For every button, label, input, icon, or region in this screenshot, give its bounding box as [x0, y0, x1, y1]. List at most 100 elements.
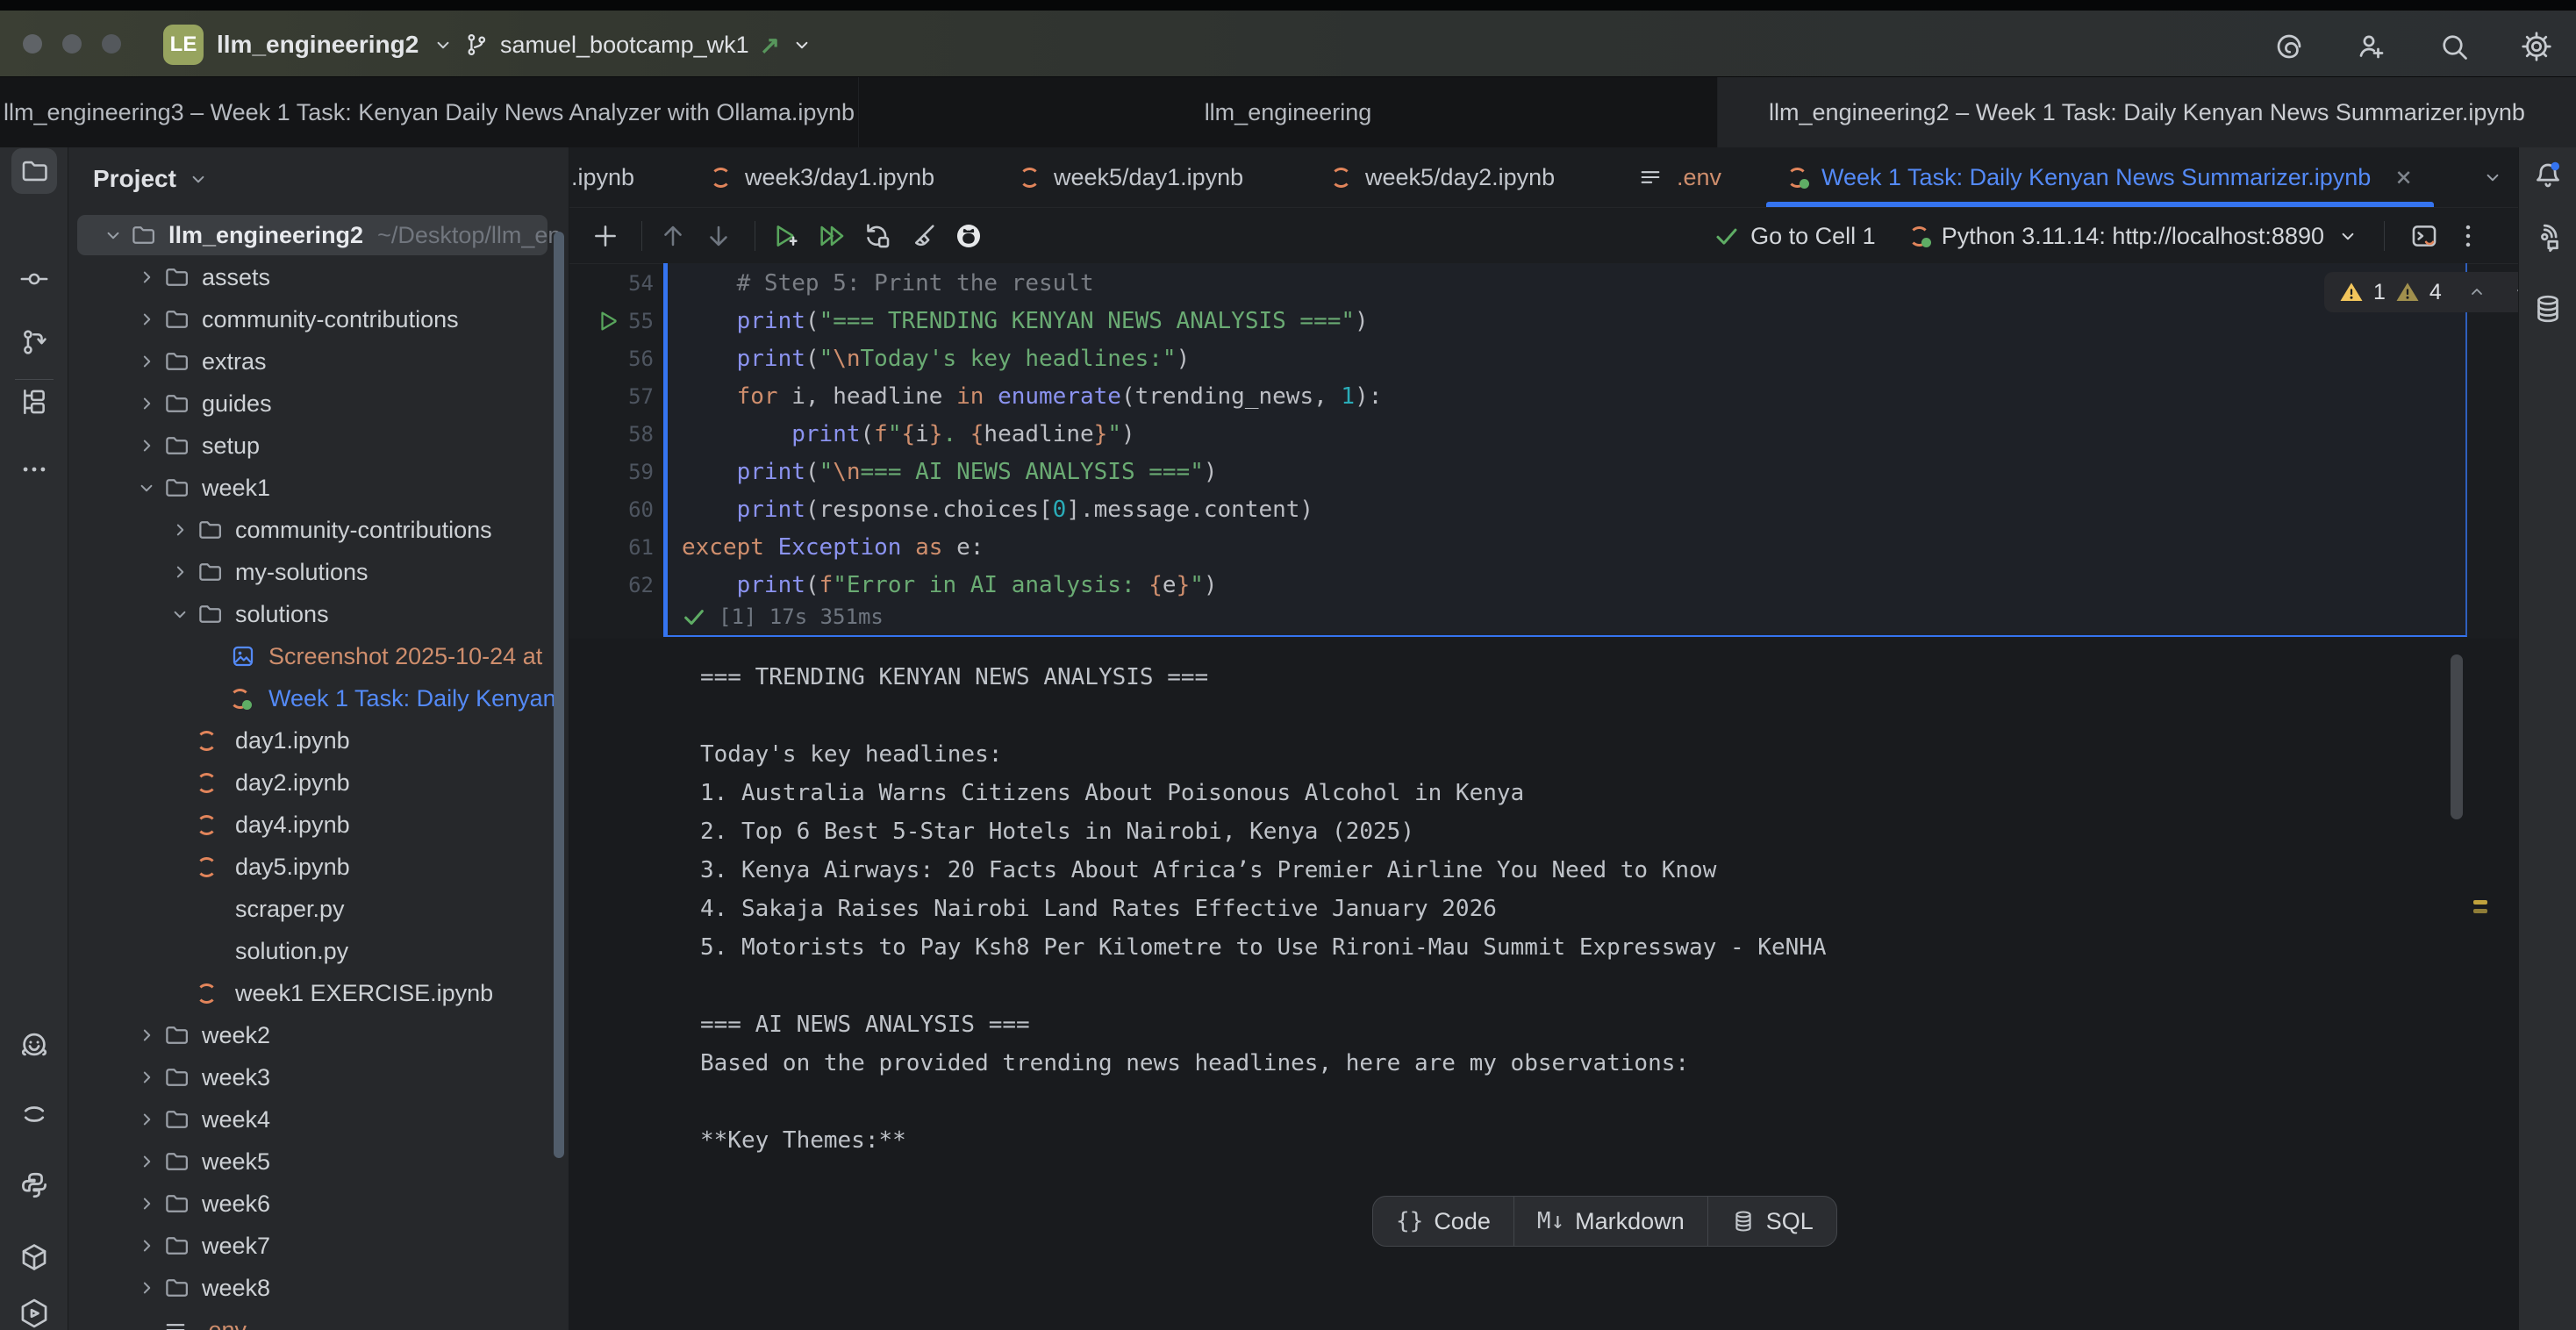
tree-item-week8[interactable]: week8	[68, 1267, 569, 1309]
incoming-icon[interactable]	[11, 319, 57, 365]
tree-item-assets[interactable]: assets	[68, 256, 569, 298]
tree-item-week1-exercise-ipynb[interactable]: week1 EXERCISE.ipynb	[68, 972, 569, 1014]
hugging-face-icon[interactable]	[11, 1023, 57, 1069]
tree-item-week6[interactable]: week6	[68, 1183, 569, 1225]
chevron-down-icon[interactable]	[163, 603, 197, 626]
window-tab-2[interactable]: llm_engineering2 – Week 1 Task: Daily Ke…	[1718, 77, 2576, 147]
tree-item-solution-py[interactable]: solution.py	[68, 930, 569, 972]
maximize-window-button[interactable]	[102, 34, 121, 54]
editor-tab-week-1-task-daily-kenyan-news-summarizer-ipynb[interactable]: Week 1 Task: Daily Kenyan News Summarize…	[1764, 147, 2436, 207]
warning-stripe-mark[interactable]	[2473, 909, 2487, 913]
code-with-me-icon[interactable]	[2351, 26, 2392, 67]
chevron-right-icon[interactable]	[130, 392, 163, 415]
tree-item-llm-engineering2[interactable]: llm_engineering2~/Desktop/llm_en	[68, 214, 569, 256]
tree-item-solutions[interactable]: solutions	[68, 593, 569, 635]
chevron-right-icon[interactable]	[130, 350, 163, 373]
project-panel-header[interactable]: Project	[93, 165, 210, 193]
tree-item-week4[interactable]: week4	[68, 1098, 569, 1141]
chevron-right-icon[interactable]	[130, 266, 163, 289]
tree-item-my-solutions[interactable]: my-solutions	[68, 551, 569, 593]
more-icon[interactable]	[11, 447, 57, 492]
tree-item-screenshot-2025-10-24-at[interactable]: Screenshot 2025-10-24 at	[68, 635, 569, 677]
tree-item-week1[interactable]: week1	[68, 467, 569, 509]
warning-stripe-mark[interactable]	[2473, 900, 2487, 905]
search-icon[interactable]	[2434, 26, 2474, 67]
editor-scrollbar[interactable]	[2451, 654, 2463, 819]
chevron-down-icon[interactable]	[97, 224, 130, 247]
chevron-down-icon[interactable]	[130, 476, 163, 499]
tree-item-week5[interactable]: week5	[68, 1141, 569, 1183]
tree-item-community-contributions[interactable]: community-contributions	[68, 509, 569, 551]
run-cell-icon[interactable]	[766, 217, 806, 255]
restart-kernel-icon[interactable]	[857, 217, 898, 255]
kernel-selector[interactable]: Python 3.11.14: http://localhost:8890	[1909, 223, 2359, 250]
tree-item-week3[interactable]: week3	[68, 1056, 569, 1098]
notebook-cell[interactable]: # Step 5: Print the result print("=== TR…	[663, 263, 2467, 637]
python-packages-icon[interactable]	[11, 1234, 57, 1280]
chevron-down-icon[interactable]	[2512, 282, 2518, 303]
run-all-icon[interactable]	[812, 217, 852, 255]
chevron-right-icon[interactable]	[163, 518, 197, 541]
ai-chat-icon[interactable]	[2525, 217, 2571, 262]
structure-icon[interactable]	[11, 379, 57, 425]
tree-item-setup[interactable]: setup	[68, 425, 569, 467]
project-scrollbar[interactable]	[554, 232, 564, 1158]
tab-list-chevron-icon[interactable]	[2481, 166, 2504, 189]
close-window-button[interactable]	[23, 34, 42, 54]
window-tab-0[interactable]: llm_engineering3 – Week 1 Task: Kenyan D…	[0, 77, 859, 147]
tree-item-day5-ipynb[interactable]: day5.ipynb	[68, 846, 569, 888]
code-cell-button[interactable]: {} Code	[1373, 1197, 1513, 1246]
notifications-icon[interactable]	[2525, 153, 2571, 198]
jupyter-tool-icon[interactable]	[11, 1091, 57, 1137]
tree-item-week2[interactable]: week2	[68, 1014, 569, 1056]
hexagon-play-icon[interactable]	[11, 1291, 57, 1330]
tree-item-community-contributions[interactable]: community-contributions	[68, 298, 569, 340]
tree-item-day1-ipynb[interactable]: day1.ipynb	[68, 719, 569, 762]
move-down-icon[interactable]	[698, 217, 739, 255]
inspections-widget[interactable]: 1 4	[2324, 272, 2518, 312]
chevron-right-icon[interactable]	[163, 561, 197, 583]
editor-tab--ipynb[interactable]: .ipynb	[569, 147, 688, 207]
chevron-right-icon[interactable]	[130, 434, 163, 457]
tree-item-day4-ipynb[interactable]: day4.ipynb	[68, 804, 569, 846]
chevron-right-icon[interactable]	[130, 1192, 163, 1215]
run-line-icon[interactable]	[596, 308, 622, 334]
database-icon[interactable]	[2525, 286, 2571, 332]
add-cell-icon[interactable]	[585, 217, 626, 255]
chevron-right-icon[interactable]	[130, 308, 163, 331]
more-vertical-icon[interactable]	[2453, 221, 2483, 251]
editor-tab-week3-day1-ipynb[interactable]: week3/day1.ipynb	[688, 147, 997, 207]
tree-item--env[interactable]: .env	[68, 1309, 569, 1330]
commit-icon[interactable]	[11, 256, 57, 302]
go-to-cell-button[interactable]: Go to Cell 1	[1714, 223, 1876, 250]
chevron-right-icon[interactable]	[130, 1234, 163, 1257]
settings-icon[interactable]	[2516, 26, 2557, 67]
tree-item-week7[interactable]: week7	[68, 1225, 569, 1267]
chevron-right-icon[interactable]	[130, 1276, 163, 1299]
markdown-cell-button[interactable]: M↓ Markdown	[1513, 1197, 1707, 1246]
editor-tab--env[interactable]: .env	[1615, 147, 1747, 207]
sql-cell-button[interactable]: SQL	[1707, 1197, 1836, 1246]
chevron-right-icon[interactable]	[130, 1024, 163, 1047]
tree-item-extras[interactable]: extras	[68, 340, 569, 383]
window-tab-1[interactable]: llm_engineering	[859, 77, 1718, 147]
tree-item-guides[interactable]: guides	[68, 383, 569, 425]
chevron-right-icon[interactable]	[130, 1108, 163, 1131]
branch-widget[interactable]: samuel_bootcamp_wk1 ↗	[463, 24, 813, 66]
editor-tab-week5-day2-ipynb[interactable]: week5/day2.ipynb	[1308, 147, 1615, 207]
tree-item-day2-ipynb[interactable]: day2.ipynb	[68, 762, 569, 804]
clear-outputs-icon[interactable]	[903, 217, 943, 255]
close-tab-icon[interactable]: ×	[2395, 161, 2412, 193]
minimize-window-button[interactable]	[62, 34, 82, 54]
project-folder-icon[interactable]	[11, 148, 57, 194]
project-widget[interactable]: LE llm_engineering2	[163, 24, 454, 66]
move-up-icon[interactable]	[653, 217, 693, 255]
tree-item-scraper-py[interactable]: scraper.py	[68, 888, 569, 930]
cell-code[interactable]: # Step 5: Print the result print("=== TR…	[682, 265, 1382, 604]
jupyter-console-icon[interactable]	[2409, 221, 2439, 251]
tree-item-week-1-task-daily-kenyan[interactable]: Week 1 Task: Daily Kenyan	[68, 677, 569, 719]
chevron-right-icon[interactable]	[130, 1150, 163, 1173]
ai-assistant-icon[interactable]	[2269, 26, 2309, 67]
python-tool-icon[interactable]	[11, 1162, 57, 1208]
github-icon[interactable]	[948, 217, 989, 255]
